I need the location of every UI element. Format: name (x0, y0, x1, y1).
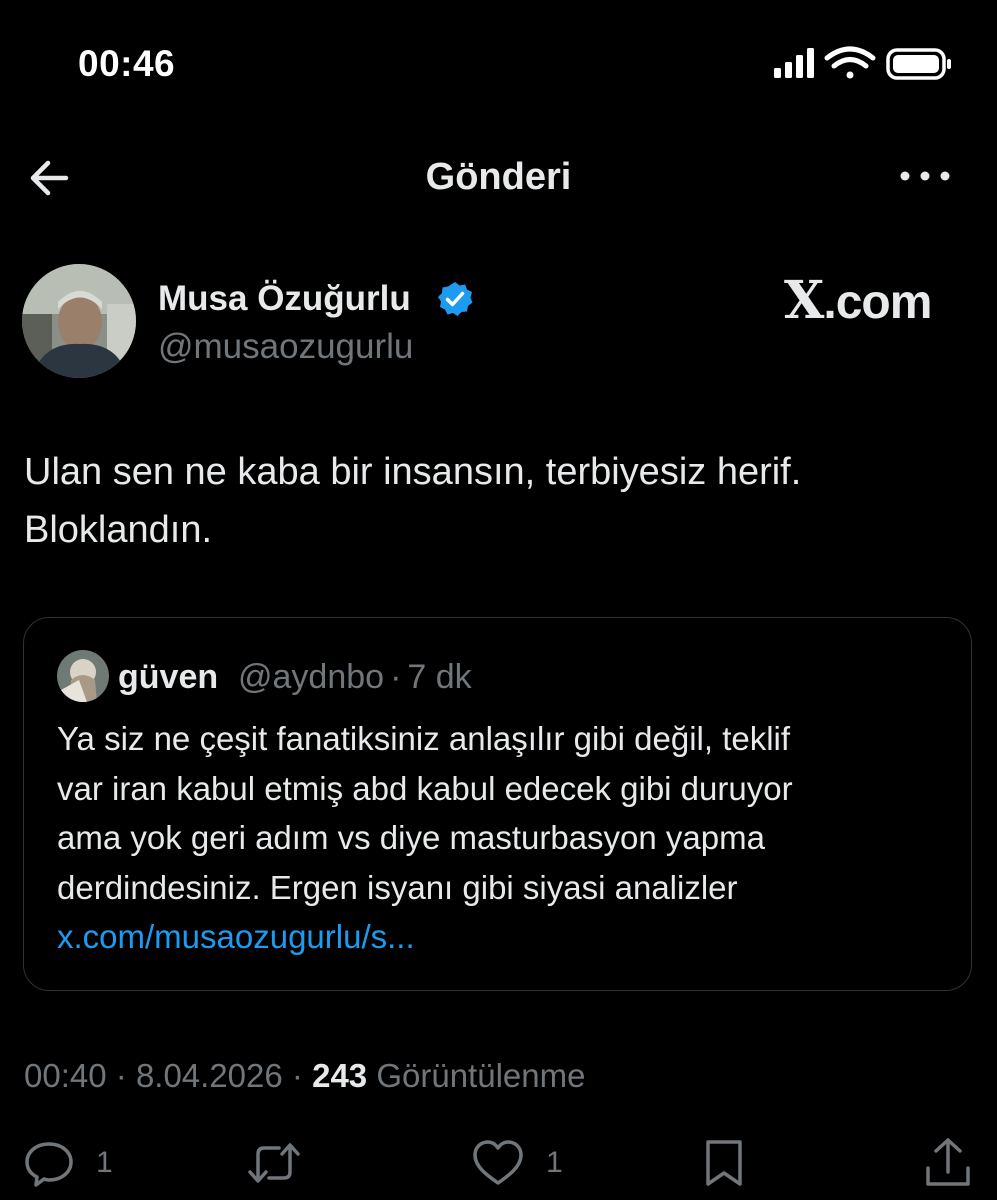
x-com-watermark: X.com (784, 270, 932, 332)
retweet-icon (248, 1143, 300, 1183)
quoted-tweet-text: Ya siz ne çeşit fanatiksiniz anlaşılır g… (57, 720, 793, 906)
tweet-time: 00:40 (24, 1057, 107, 1094)
views-label[interactable]: Görüntülenme (376, 1057, 585, 1094)
quoted-time: 7 dk (407, 658, 472, 696)
watermark-x: X (784, 270, 824, 331)
quoted-avatar (57, 650, 109, 702)
share-button[interactable] (922, 1136, 974, 1190)
verified-badge-icon (438, 282, 473, 316)
bookmark-icon (706, 1140, 742, 1186)
tweet-text: Ulan sen ne kaba bir insansın, terbiyesi… (24, 451, 802, 551)
tweet-meta: 00:40 · 8.04.2026 · 243 Görüntülenme (24, 1053, 585, 1099)
more-button[interactable] (895, 156, 955, 196)
quoted-avatar-image (57, 650, 109, 702)
quoted-author-handle: @aydnbo (238, 658, 385, 696)
quoted-author-name: güven (118, 658, 219, 696)
share-icon (926, 1138, 970, 1186)
tweet-date: 8.04.2026 (135, 1057, 283, 1094)
reply-count: 1 (96, 1146, 113, 1179)
author-avatar[interactable] (22, 264, 136, 378)
status-time: 00:46 (78, 43, 176, 84)
battery-icon (886, 48, 951, 80)
more-horizontal-icon (900, 171, 950, 181)
author-avatar-image (22, 264, 136, 378)
quoted-author-meta: @aydnbo · 7 dk (238, 655, 472, 699)
verified-badge (436, 280, 474, 318)
author-name[interactable]: Musa Özuğurlu (158, 277, 411, 321)
author-handle[interactable]: @musaozugurlu (158, 325, 413, 369)
bookmark-button[interactable] (700, 1136, 748, 1190)
reply-icon (25, 1142, 73, 1187)
cellular-signal-icon (774, 48, 814, 78)
quoted-tweet-link[interactable]: x.com/musaozugurlu/s... (57, 912, 415, 962)
signal-wifi-battery-icons (774, 46, 951, 80)
quoted-separator: · (390, 658, 402, 696)
heart-icon (473, 1140, 523, 1185)
wifi-icon (824, 46, 876, 79)
page-title: Gönderi (425, 156, 572, 198)
status-icons (770, 44, 960, 84)
meta-separator: · (115, 1057, 127, 1094)
watermark-domain: .com (823, 276, 932, 329)
like-count: 1 (546, 1146, 563, 1179)
meta-separator: · (291, 1057, 303, 1094)
views-count: 243 (312, 1057, 368, 1094)
reply-button[interactable]: 1 (22, 1136, 122, 1190)
like-button[interactable]: 1 (470, 1136, 570, 1190)
retweet-button[interactable] (245, 1136, 305, 1190)
